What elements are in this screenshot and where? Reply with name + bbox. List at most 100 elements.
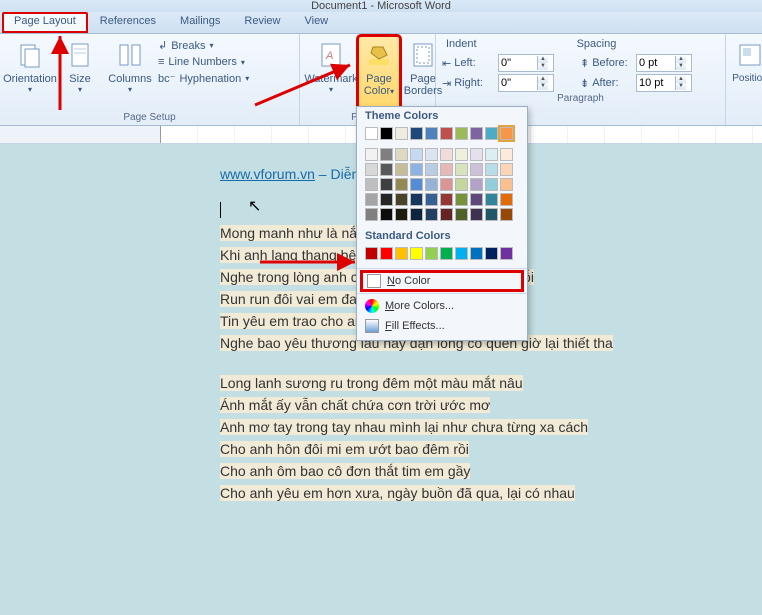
spin-up-icon[interactable]: ▲ <box>676 76 686 83</box>
color-swatch[interactable] <box>470 163 483 176</box>
size-button[interactable]: Size ▾ <box>56 36 104 111</box>
color-swatch[interactable] <box>470 127 483 140</box>
page-color-button[interactable]: Page Color▾ <box>358 36 400 111</box>
color-swatch[interactable] <box>380 148 393 161</box>
color-swatch[interactable] <box>500 163 513 176</box>
color-swatch[interactable] <box>485 193 498 206</box>
color-swatch[interactable] <box>395 247 408 260</box>
indent-right-input[interactable]: ▲▼ <box>498 74 554 92</box>
color-swatch[interactable] <box>485 247 498 260</box>
color-swatch[interactable] <box>455 163 468 176</box>
color-swatch[interactable] <box>365 208 378 221</box>
color-swatch[interactable] <box>395 163 408 176</box>
color-swatch[interactable] <box>380 247 393 260</box>
color-swatch[interactable] <box>485 148 498 161</box>
color-swatch[interactable] <box>380 163 393 176</box>
tab-references[interactable]: References <box>88 12 168 33</box>
more-colors-item[interactable]: More Colors... <box>357 296 527 316</box>
color-swatch[interactable] <box>365 193 378 206</box>
indent-left-input[interactable]: ▲▼ <box>498 54 554 72</box>
watermark-button[interactable]: A Watermark ▾ <box>306 36 356 111</box>
columns-button[interactable]: Columns ▾ <box>106 36 154 111</box>
line-numbers-button[interactable]: ≡Line Numbers ▾ <box>156 55 276 69</box>
color-swatch[interactable] <box>470 178 483 191</box>
color-swatch[interactable] <box>470 148 483 161</box>
color-swatch[interactable] <box>410 178 423 191</box>
color-swatch[interactable] <box>500 247 513 260</box>
color-swatch[interactable] <box>380 208 393 221</box>
color-swatch[interactable] <box>365 178 378 191</box>
tab-view[interactable]: View <box>292 12 340 33</box>
color-swatch[interactable] <box>425 193 438 206</box>
color-swatch[interactable] <box>485 178 498 191</box>
color-swatch[interactable] <box>485 163 498 176</box>
color-swatch[interactable] <box>455 127 468 140</box>
color-swatch[interactable] <box>440 148 453 161</box>
fill-effects-item[interactable]: Fill Effects... <box>357 316 527 336</box>
color-swatch[interactable] <box>455 208 468 221</box>
color-swatch[interactable] <box>410 163 423 176</box>
color-swatch[interactable] <box>470 193 483 206</box>
color-swatch[interactable] <box>440 247 453 260</box>
color-swatch[interactable] <box>425 178 438 191</box>
tab-page-layout[interactable]: Page Layout <box>2 12 88 33</box>
spin-up-icon[interactable]: ▲ <box>538 76 548 83</box>
color-swatch[interactable] <box>440 163 453 176</box>
color-swatch[interactable] <box>455 247 468 260</box>
spin-down-icon[interactable]: ▼ <box>676 83 686 90</box>
color-swatch[interactable] <box>380 178 393 191</box>
color-swatch[interactable] <box>410 127 423 140</box>
color-swatch[interactable] <box>395 208 408 221</box>
spacing-after-input[interactable]: ▲▼ <box>636 74 692 92</box>
color-swatch[interactable] <box>410 193 423 206</box>
color-swatch[interactable] <box>410 148 423 161</box>
breaks-button[interactable]: ↲Breaks ▾ <box>156 38 276 53</box>
color-swatch[interactable] <box>500 193 513 206</box>
color-swatch[interactable] <box>440 208 453 221</box>
color-swatch[interactable] <box>470 208 483 221</box>
color-swatch[interactable] <box>395 127 408 140</box>
color-swatch[interactable] <box>440 193 453 206</box>
spin-up-icon[interactable]: ▲ <box>538 56 548 63</box>
tab-review[interactable]: Review <box>232 12 292 33</box>
color-swatch[interactable] <box>380 193 393 206</box>
color-swatch[interactable] <box>455 178 468 191</box>
color-swatch[interactable] <box>410 208 423 221</box>
color-swatch[interactable] <box>440 178 453 191</box>
vforum-link[interactable]: www.vforum.vn <box>220 166 315 182</box>
spacing-before-input[interactable]: ▲▼ <box>636 54 692 72</box>
color-swatch[interactable] <box>500 148 513 161</box>
color-swatch[interactable] <box>425 247 438 260</box>
color-swatch[interactable] <box>455 148 468 161</box>
color-swatch[interactable] <box>485 208 498 221</box>
color-swatch[interactable] <box>425 148 438 161</box>
color-swatch[interactable] <box>395 148 408 161</box>
color-swatch[interactable] <box>500 127 513 140</box>
color-swatch[interactable] <box>485 127 498 140</box>
tab-mailings[interactable]: Mailings <box>168 12 232 33</box>
color-swatch[interactable] <box>500 208 513 221</box>
color-swatch[interactable] <box>395 193 408 206</box>
position-button[interactable]: Position <box>732 36 762 88</box>
color-swatch[interactable] <box>410 247 423 260</box>
no-color-item[interactable]: NNo Coloro Color <box>361 271 523 291</box>
color-swatch[interactable] <box>380 127 393 140</box>
orientation-button[interactable]: Orientation ▾ <box>6 36 54 111</box>
color-swatch[interactable] <box>470 247 483 260</box>
color-swatch[interactable] <box>455 193 468 206</box>
color-swatch[interactable] <box>425 208 438 221</box>
color-swatch[interactable] <box>365 148 378 161</box>
color-swatch[interactable] <box>365 247 378 260</box>
color-swatch[interactable] <box>425 127 438 140</box>
color-swatch[interactable] <box>395 178 408 191</box>
color-swatch[interactable] <box>440 127 453 140</box>
color-swatch[interactable] <box>425 163 438 176</box>
spin-down-icon[interactable]: ▼ <box>538 63 548 70</box>
color-swatch[interactable] <box>500 178 513 191</box>
spin-down-icon[interactable]: ▼ <box>676 63 686 70</box>
color-swatch[interactable] <box>365 163 378 176</box>
spin-down-icon[interactable]: ▼ <box>538 83 548 90</box>
color-swatch[interactable] <box>365 127 378 140</box>
hyphenation-button[interactable]: bc⁻Hyphenation ▾ <box>156 71 276 86</box>
spin-up-icon[interactable]: ▲ <box>676 56 686 63</box>
